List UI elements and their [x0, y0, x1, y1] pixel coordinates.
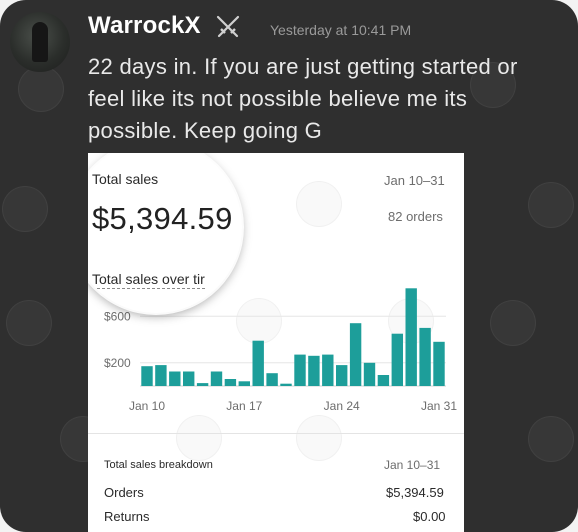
- sales-bar[interactable]: [322, 354, 334, 386]
- sales-bar[interactable]: [363, 362, 376, 387]
- x-tick-label: Jan 31: [421, 399, 457, 413]
- sales-bar[interactable]: [196, 383, 209, 386]
- watermark-seal: [18, 66, 64, 112]
- watermark-seal: [528, 416, 574, 462]
- sales-bar[interactable]: [336, 365, 348, 386]
- total-sales-label: Total sales: [92, 171, 159, 187]
- avatar-figure: [32, 22, 48, 62]
- sales-bar[interactable]: [183, 371, 195, 387]
- watermark-seal: [6, 300, 52, 346]
- sales-bar[interactable]: [155, 365, 167, 386]
- watermark-seal: [490, 300, 536, 346]
- x-tick-label: Jan 10: [129, 399, 165, 413]
- sales-bar[interactable]: [224, 379, 237, 386]
- breakdown-orders-label: Orders: [104, 485, 144, 500]
- watermark-seal: [2, 186, 48, 232]
- breakdown-date-range: Jan 10–31: [384, 458, 441, 472]
- sales-bar[interactable]: [308, 355, 320, 386]
- watermark-seal: [528, 182, 574, 228]
- breakdown-orders-value: $5,394.59: [386, 485, 444, 500]
- attached-screenshot[interactable]: Jan 10–31 82 orders $600 $200 Jan 10 Jan 17…: [88, 153, 464, 532]
- sales-bar[interactable]: [280, 383, 292, 386]
- sales-bar[interactable]: [377, 375, 390, 386]
- sales-bar[interactable]: [349, 323, 362, 386]
- y-tick-label: $600: [104, 309, 131, 323]
- avatar[interactable]: [10, 12, 70, 72]
- breakdown-title: Total sales breakdown: [104, 459, 213, 471]
- x-tick-label: Jan 17: [226, 399, 262, 413]
- sales-bar[interactable]: [266, 373, 278, 386]
- sales-bar[interactable]: [419, 327, 431, 386]
- sales-bar[interactable]: [141, 366, 153, 386]
- chart-title: Total sales over tir: [92, 271, 205, 289]
- username[interactable]: WarrockX: [88, 12, 201, 40]
- chat-message-card: WarrockX Yesterday at 10:41 PM 22 days i…: [0, 0, 578, 532]
- sales-bar[interactable]: [252, 340, 264, 386]
- breakdown-returns-label: Returns: [104, 509, 150, 524]
- sales-bar[interactable]: [238, 381, 250, 386]
- sales-bar[interactable]: [433, 341, 445, 386]
- sales-bar[interactable]: [169, 371, 181, 387]
- sales-bar[interactable]: [405, 288, 417, 386]
- message-timestamp: Yesterday at 10:41 PM: [270, 22, 412, 38]
- divider: [88, 433, 464, 434]
- crossed-swords-icon: [216, 15, 240, 38]
- x-tick-label: Jan 24: [324, 399, 360, 413]
- breakdown-returns-value: $0.00: [413, 509, 446, 524]
- sales-bar[interactable]: [210, 371, 223, 387]
- message-text: 22 days in. If you are just getting star…: [88, 54, 518, 143]
- total-sales-value: $5,394.59: [92, 201, 233, 236]
- y-tick-label: $200: [104, 356, 131, 370]
- sales-bar[interactable]: [391, 333, 403, 386]
- sales-bar[interactable]: [294, 354, 306, 386]
